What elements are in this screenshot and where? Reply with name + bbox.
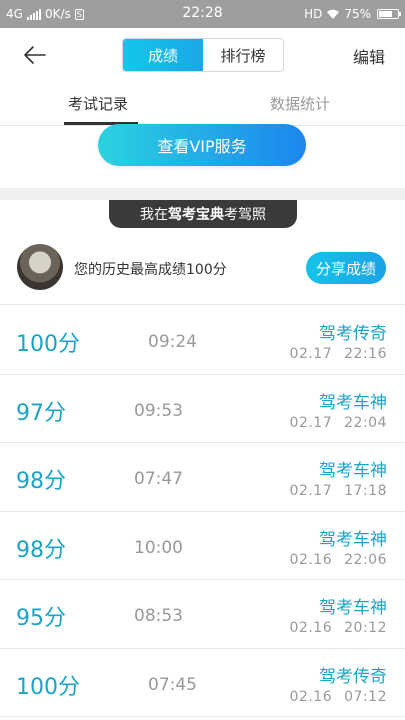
- record-score: 97分: [16, 400, 66, 426]
- record-time: 07:12: [344, 688, 387, 705]
- status-bar: 4G 0K/s S 22:28 HD 75%: [0, 0, 405, 28]
- record-duration: 08:53: [134, 606, 183, 626]
- record-title: 驾考车神: [319, 529, 387, 550]
- record-title: 驾考车神: [319, 461, 387, 481]
- record-date: 02.16: [289, 688, 333, 705]
- avatar: [17, 244, 63, 290]
- record-row[interactable]: 98分 10:00 驾考车神 02.16 22:06: [0, 512, 405, 580]
- record-score: 98分: [16, 469, 66, 494]
- record-time: 22:04: [344, 414, 387, 431]
- wifi-icon: [327, 9, 340, 19]
- record-row[interactable]: 95分 08:53 驾考车神 02.16 20:12: [0, 580, 405, 649]
- record-row[interactable]: 98分 07:47 驾考车神 02.17 17:18: [0, 443, 405, 512]
- record-duration: 09:24: [148, 332, 197, 352]
- segment-score[interactable]: 成绩: [123, 39, 203, 71]
- record-date: 02.16: [289, 551, 333, 568]
- record-datetime: 02.17 22:16: [290, 346, 387, 362]
- record-score: 100分: [16, 332, 80, 357]
- record-title: 驾考传奇: [319, 324, 387, 344]
- record-row[interactable]: 100分 09:24 驾考传奇 02.17 22:16: [0, 306, 405, 375]
- record-row[interactable]: 97分 09:53 驾考车神 02.17 22:04: [0, 375, 405, 443]
- share-score-button[interactable]: 分享成绩: [306, 252, 386, 284]
- banner-suffix: 考驾照: [224, 207, 266, 223]
- record-row[interactable]: 100分 07:45 驾考传奇 02.16 07:12: [0, 649, 405, 717]
- record-time: 22:06: [344, 551, 387, 568]
- record-date: 02.16: [289, 620, 333, 636]
- record-title: 驾考车神: [319, 598, 387, 618]
- record-duration: 07:45: [148, 674, 197, 695]
- battery-percent: 75%: [344, 7, 371, 21]
- battery-icon: [377, 9, 401, 19]
- record-time: 20:12: [344, 620, 387, 636]
- record-datetime: 02.16 22:06: [290, 552, 387, 568]
- tab-exam-records[interactable]: 考试记录: [68, 93, 128, 114]
- record-duration: 07:47: [134, 469, 183, 489]
- record-datetime: 02.17 22:04: [290, 415, 387, 431]
- record-time: 22:16: [344, 346, 387, 362]
- segment-ranking[interactable]: 排行榜: [203, 39, 283, 71]
- record-title: 驾考传奇: [319, 666, 387, 687]
- vip-section: 查看VIP服务: [0, 124, 405, 188]
- record-time: 17:18: [344, 483, 387, 499]
- record-datetime: 02.17 17:18: [290, 483, 387, 499]
- status-right: HD 75%: [304, 7, 401, 21]
- exam-banner: 我在 驾考宝典 考驾照: [109, 200, 297, 228]
- hd-label: HD: [304, 7, 323, 21]
- banner-prefix: 我在: [140, 207, 168, 223]
- record-duration: 09:53: [134, 400, 183, 421]
- back-arrow-icon[interactable]: [20, 40, 50, 70]
- record-date: 02.17: [289, 483, 333, 499]
- best-score-text: 您的历史最高成绩100分: [74, 262, 227, 278]
- vip-service-button[interactable]: 查看VIP服务: [98, 124, 306, 166]
- edit-button[interactable]: 编辑: [353, 44, 385, 68]
- record-list: 100分 09:24 驾考传奇 02.17 22:16 97分 09:53 驾考车…: [0, 306, 405, 717]
- segmented-control: 成绩 排行榜: [122, 38, 284, 72]
- record-score: 98分: [16, 537, 66, 563]
- record-duration: 10:00: [134, 537, 183, 558]
- best-score-row: 您的历史最高成绩100分 分享成绩: [0, 230, 405, 305]
- record-datetime: 02.16 20:12: [290, 620, 387, 636]
- record-datetime: 02.16 07:12: [290, 689, 387, 705]
- tab-bar: 考试记录 数据统计: [0, 82, 405, 126]
- record-date: 02.17: [289, 346, 333, 362]
- banner-brand: 驾考宝典: [168, 207, 224, 223]
- tab-statistics[interactable]: 数据统计: [270, 93, 330, 114]
- section-divider: [0, 188, 405, 200]
- record-score: 100分: [16, 674, 80, 700]
- header: 成绩 排行榜 编辑: [0, 28, 405, 82]
- record-date: 02.17: [289, 414, 333, 431]
- record-score: 95分: [16, 606, 66, 631]
- record-title: 驾考车神: [319, 392, 387, 413]
